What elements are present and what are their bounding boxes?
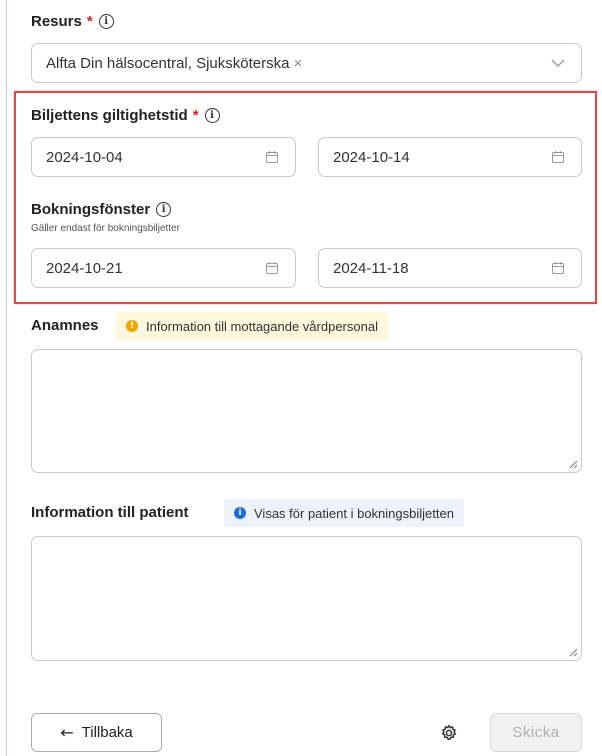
send-button[interactable]: Skicka (490, 713, 582, 752)
arrow-left-icon: ← (60, 723, 74, 742)
booking-window-to-value: 2024-11-18 (333, 259, 409, 277)
anamnes-label-row: Anamnes (31, 317, 99, 334)
patient-info-badge: i Visas för patient i bokningsbiljetten (224, 499, 464, 527)
resize-handle-icon[interactable] (569, 648, 578, 657)
booking-window-label-row: Bokningsfönster i (31, 201, 172, 218)
chevron-down-icon[interactable] (551, 58, 565, 68)
resource-required-mark: * (86, 13, 93, 30)
validity-required-mark: * (192, 107, 199, 124)
validity-to-value: 2024-10-14 (333, 148, 410, 166)
info-dot-icon: i (234, 507, 246, 519)
anamnes-label: Anamnes (31, 317, 99, 334)
remove-tag-icon[interactable]: × (293, 55, 302, 72)
validity-from-date-input[interactable]: 2024-10-04 (31, 137, 296, 177)
gear-icon[interactable] (440, 724, 458, 742)
patient-info-textarea[interactable] (31, 536, 582, 661)
calendar-icon[interactable] (551, 261, 565, 275)
validity-label-row: Biljettens giltighetstid * i (31, 107, 220, 124)
validity-from-value: 2024-10-04 (46, 148, 123, 166)
anamnes-textarea[interactable] (31, 349, 582, 473)
resource-label-row: Resurs * i (31, 13, 114, 30)
resource-selected-tag: Alfta Din hälsocentral, Sjuksköterska (46, 54, 290, 72)
resource-label: Resurs (31, 13, 82, 30)
patient-info-label: Information till patient (31, 504, 189, 521)
resource-select[interactable]: Alfta Din hälsocentral, Sjuksköterska × (31, 43, 582, 83)
send-button-label: Skicka (512, 724, 560, 741)
calendar-icon[interactable] (551, 150, 565, 164)
calendar-icon[interactable] (265, 150, 279, 164)
booking-window-label: Bokningsfönster (31, 201, 151, 218)
booking-window-from-date-input[interactable]: 2024-10-21 (31, 248, 296, 288)
back-button-label: Tillbaka (81, 724, 133, 741)
validity-to-date-input[interactable]: 2024-10-14 (318, 137, 582, 177)
calendar-icon[interactable] (265, 261, 279, 275)
warning-icon: ! (126, 320, 138, 332)
patient-info-badge-text: Visas för patient i bokningsbiljetten (254, 505, 454, 521)
info-icon[interactable]: i (204, 108, 220, 123)
patient-info-label-row: Information till patient (31, 504, 189, 521)
booking-window-from-value: 2024-10-21 (46, 259, 123, 277)
booking-window-to-date-input[interactable]: 2024-11-18 (318, 248, 582, 288)
back-button[interactable]: ← Tillbaka (31, 713, 162, 752)
info-icon[interactable]: i (98, 14, 114, 29)
info-icon[interactable]: i (156, 202, 172, 217)
page-left-border (6, 0, 7, 756)
booking-window-hint: Gäller endast för bokningsbiljetter (31, 223, 180, 234)
resize-handle-icon[interactable] (569, 460, 578, 469)
validity-label: Biljettens giltighetstid (31, 107, 188, 124)
anamnes-badge: ! Information till mottagande vårdperson… (116, 312, 388, 340)
anamnes-badge-text: Information till mottagande vårdpersonal (146, 318, 378, 334)
